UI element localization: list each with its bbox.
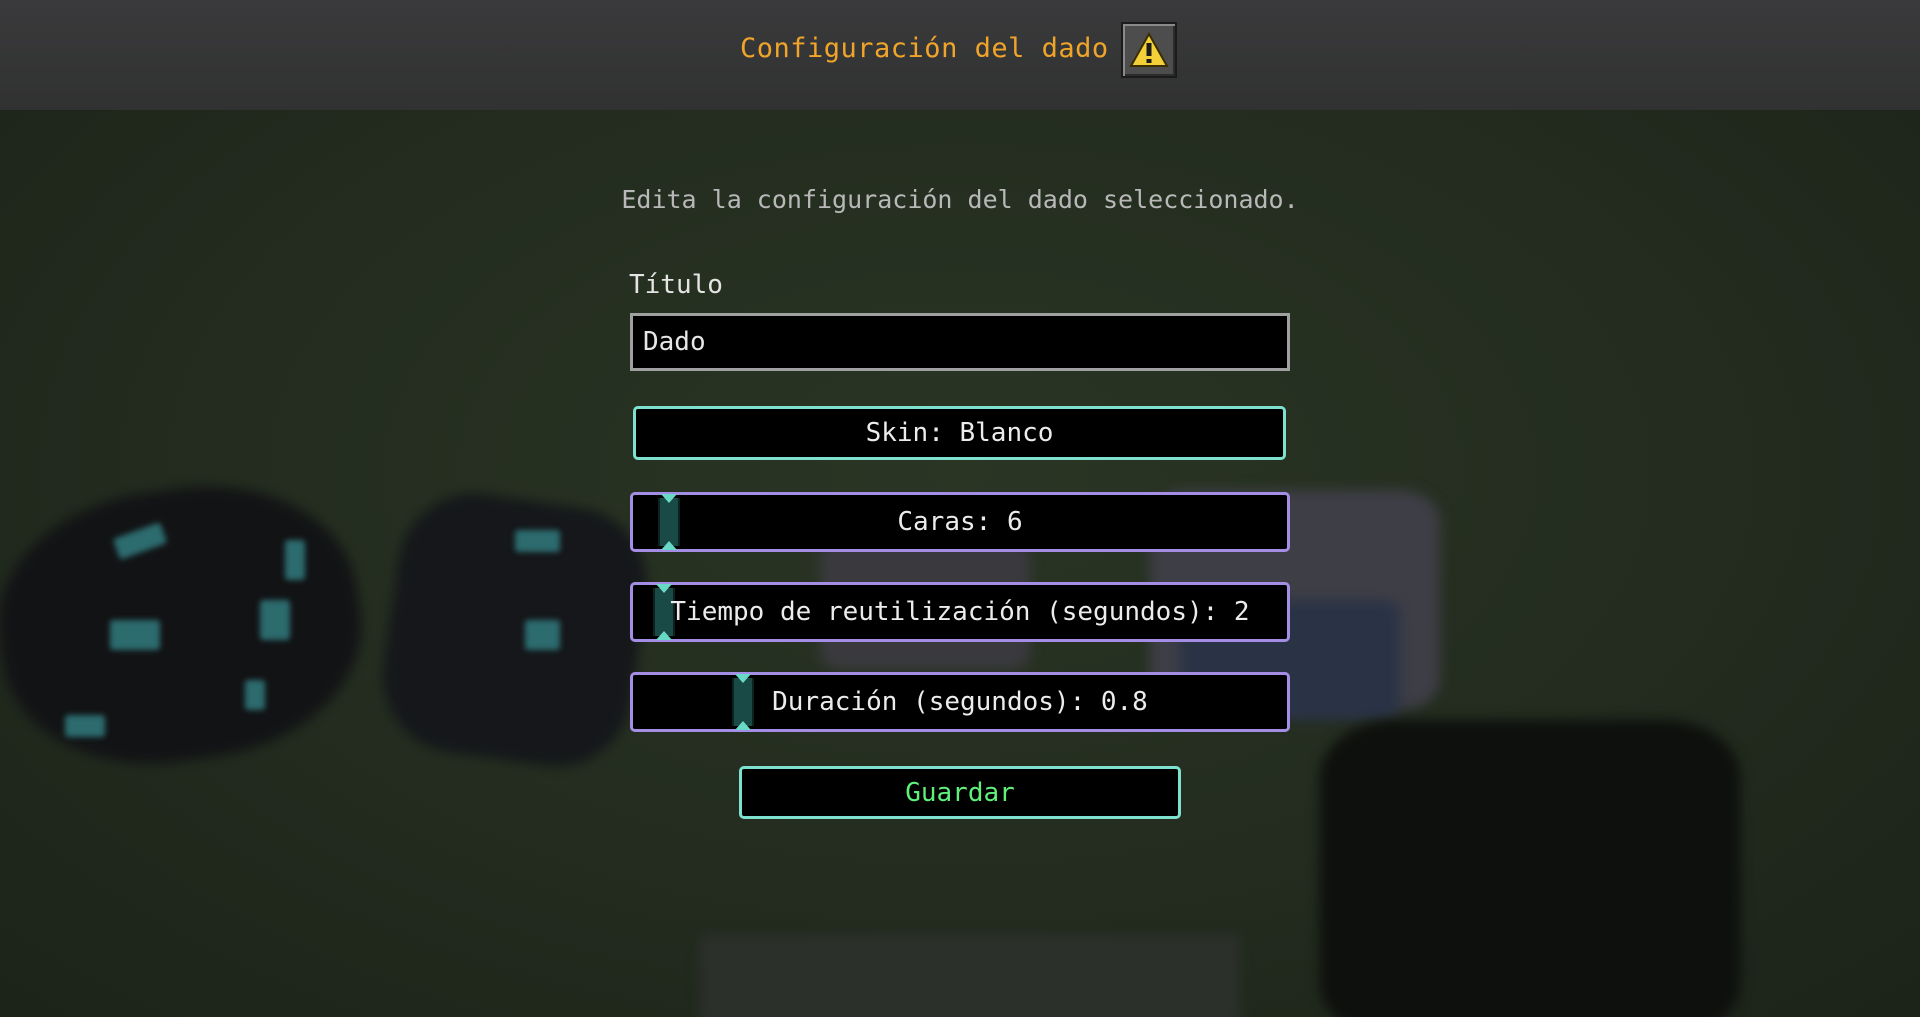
save-button[interactable]: Guardar bbox=[739, 766, 1181, 819]
duration-slider-label: Duración (segundos): 0.8 bbox=[772, 687, 1148, 717]
player-hand bbox=[1320, 720, 1740, 1017]
warning-triangle-icon bbox=[1129, 32, 1169, 67]
dark-dice-center bbox=[373, 483, 657, 777]
gem-spot bbox=[65, 715, 105, 737]
faces-slider[interactable]: Caras: 6 bbox=[630, 492, 1290, 552]
skin-button[interactable]: Skin: Blanco bbox=[633, 406, 1286, 460]
duration-slider[interactable]: Duración (segundos): 0.8 bbox=[630, 672, 1290, 732]
gem-spot bbox=[110, 620, 160, 650]
cooldown-slider[interactable]: Tiempo de reutilización (segundos): 2 bbox=[630, 582, 1290, 642]
screen-subtitle: Edita la configuración del dado seleccio… bbox=[621, 185, 1299, 214]
screen-title: Configuración del dado bbox=[740, 33, 1109, 64]
warning-button[interactable] bbox=[1121, 22, 1177, 78]
cooldown-slider-label: Tiempo de reutilización (segundos): 2 bbox=[670, 597, 1250, 627]
gem-spot bbox=[515, 530, 560, 552]
faces-slider-handle[interactable] bbox=[658, 494, 680, 550]
gem-spot bbox=[525, 620, 560, 650]
faces-slider-label: Caras: 6 bbox=[897, 507, 1023, 537]
duration-slider-handle[interactable] bbox=[732, 674, 754, 730]
skin-button-label: Skin: Blanco bbox=[865, 418, 1054, 448]
title-field-label: Título bbox=[629, 270, 723, 300]
hotbar bbox=[700, 935, 1240, 1017]
title-input[interactable] bbox=[630, 313, 1290, 371]
gem-spot bbox=[285, 540, 305, 580]
gem-spot bbox=[260, 600, 290, 640]
save-button-label: Guardar bbox=[905, 777, 1015, 808]
gem-spot bbox=[245, 680, 265, 710]
